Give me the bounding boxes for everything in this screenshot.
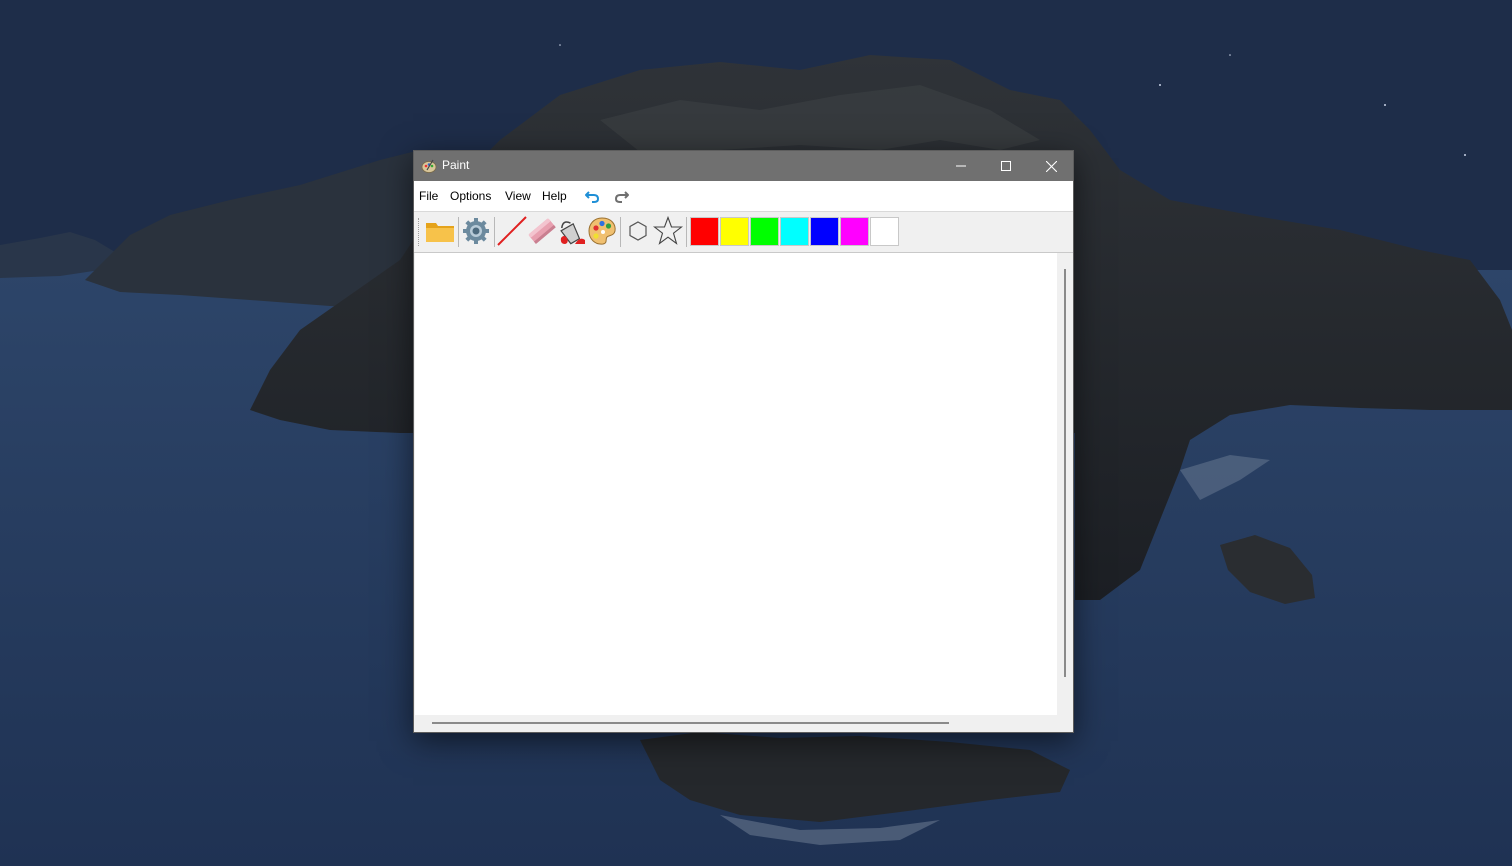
color-swatch-blue[interactable] xyxy=(810,217,839,246)
window-title: Paint xyxy=(442,158,470,172)
hexagon-icon xyxy=(629,221,647,241)
minimize-button[interactable] xyxy=(938,151,984,181)
vertical-scroll-thumb[interactable] xyxy=(1064,269,1066,677)
settings-button[interactable] xyxy=(461,216,491,246)
redo-icon[interactable] xyxy=(614,188,630,204)
menu-bar: File Options View Help xyxy=(414,181,1073,212)
minimize-icon xyxy=(956,165,966,167)
menu-view[interactable]: View xyxy=(505,189,531,203)
close-icon xyxy=(1045,160,1057,172)
star-tool-button[interactable] xyxy=(653,216,683,246)
maximize-icon xyxy=(1001,161,1011,171)
toolbar-separator xyxy=(620,217,621,247)
palette-icon xyxy=(588,217,616,245)
vertical-scrollbar[interactable] xyxy=(1057,253,1073,715)
color-swatch-cyan[interactable] xyxy=(780,217,809,246)
color-swatch-green[interactable] xyxy=(750,217,779,246)
line-icon xyxy=(497,216,527,246)
paint-window: Paint File Options View Help xyxy=(413,150,1074,733)
toolbar-separator xyxy=(494,217,495,247)
eraser-tool-button[interactable] xyxy=(527,216,557,246)
horizontal-scrollbar[interactable] xyxy=(415,715,1057,731)
star-icon xyxy=(653,216,683,245)
horizontal-scroll-thumb[interactable] xyxy=(432,722,949,724)
menu-options[interactable]: Options xyxy=(450,189,491,203)
drawing-canvas[interactable] xyxy=(415,253,1057,715)
gear-icon xyxy=(463,218,489,244)
fill-tool-button[interactable] xyxy=(557,216,587,246)
color-swatch-red[interactable] xyxy=(690,217,719,246)
undo-icon[interactable] xyxy=(584,188,600,204)
color-swatch-white[interactable] xyxy=(870,217,899,246)
color-swatch-yellow[interactable] xyxy=(720,217,749,246)
paint-app-icon xyxy=(421,158,437,174)
menu-file[interactable]: File xyxy=(419,189,438,203)
toolbar xyxy=(414,212,1073,253)
color-swatch-magenta[interactable] xyxy=(840,217,869,246)
close-button[interactable] xyxy=(1028,151,1074,181)
polygon-tool-button[interactable] xyxy=(623,216,653,246)
open-button[interactable] xyxy=(425,216,455,246)
menu-help[interactable]: Help xyxy=(542,189,567,203)
toolbar-separator xyxy=(458,217,459,247)
folder-icon xyxy=(426,223,454,242)
paint-bucket-icon xyxy=(560,221,585,245)
color-palette-button[interactable] xyxy=(587,216,617,246)
eraser-icon xyxy=(528,218,556,244)
toolbar-grip[interactable] xyxy=(418,218,422,246)
title-bar[interactable]: Paint xyxy=(414,151,1073,181)
line-tool-button[interactable] xyxy=(497,216,527,246)
toolbar-separator xyxy=(686,217,687,247)
maximize-button[interactable] xyxy=(983,151,1029,181)
